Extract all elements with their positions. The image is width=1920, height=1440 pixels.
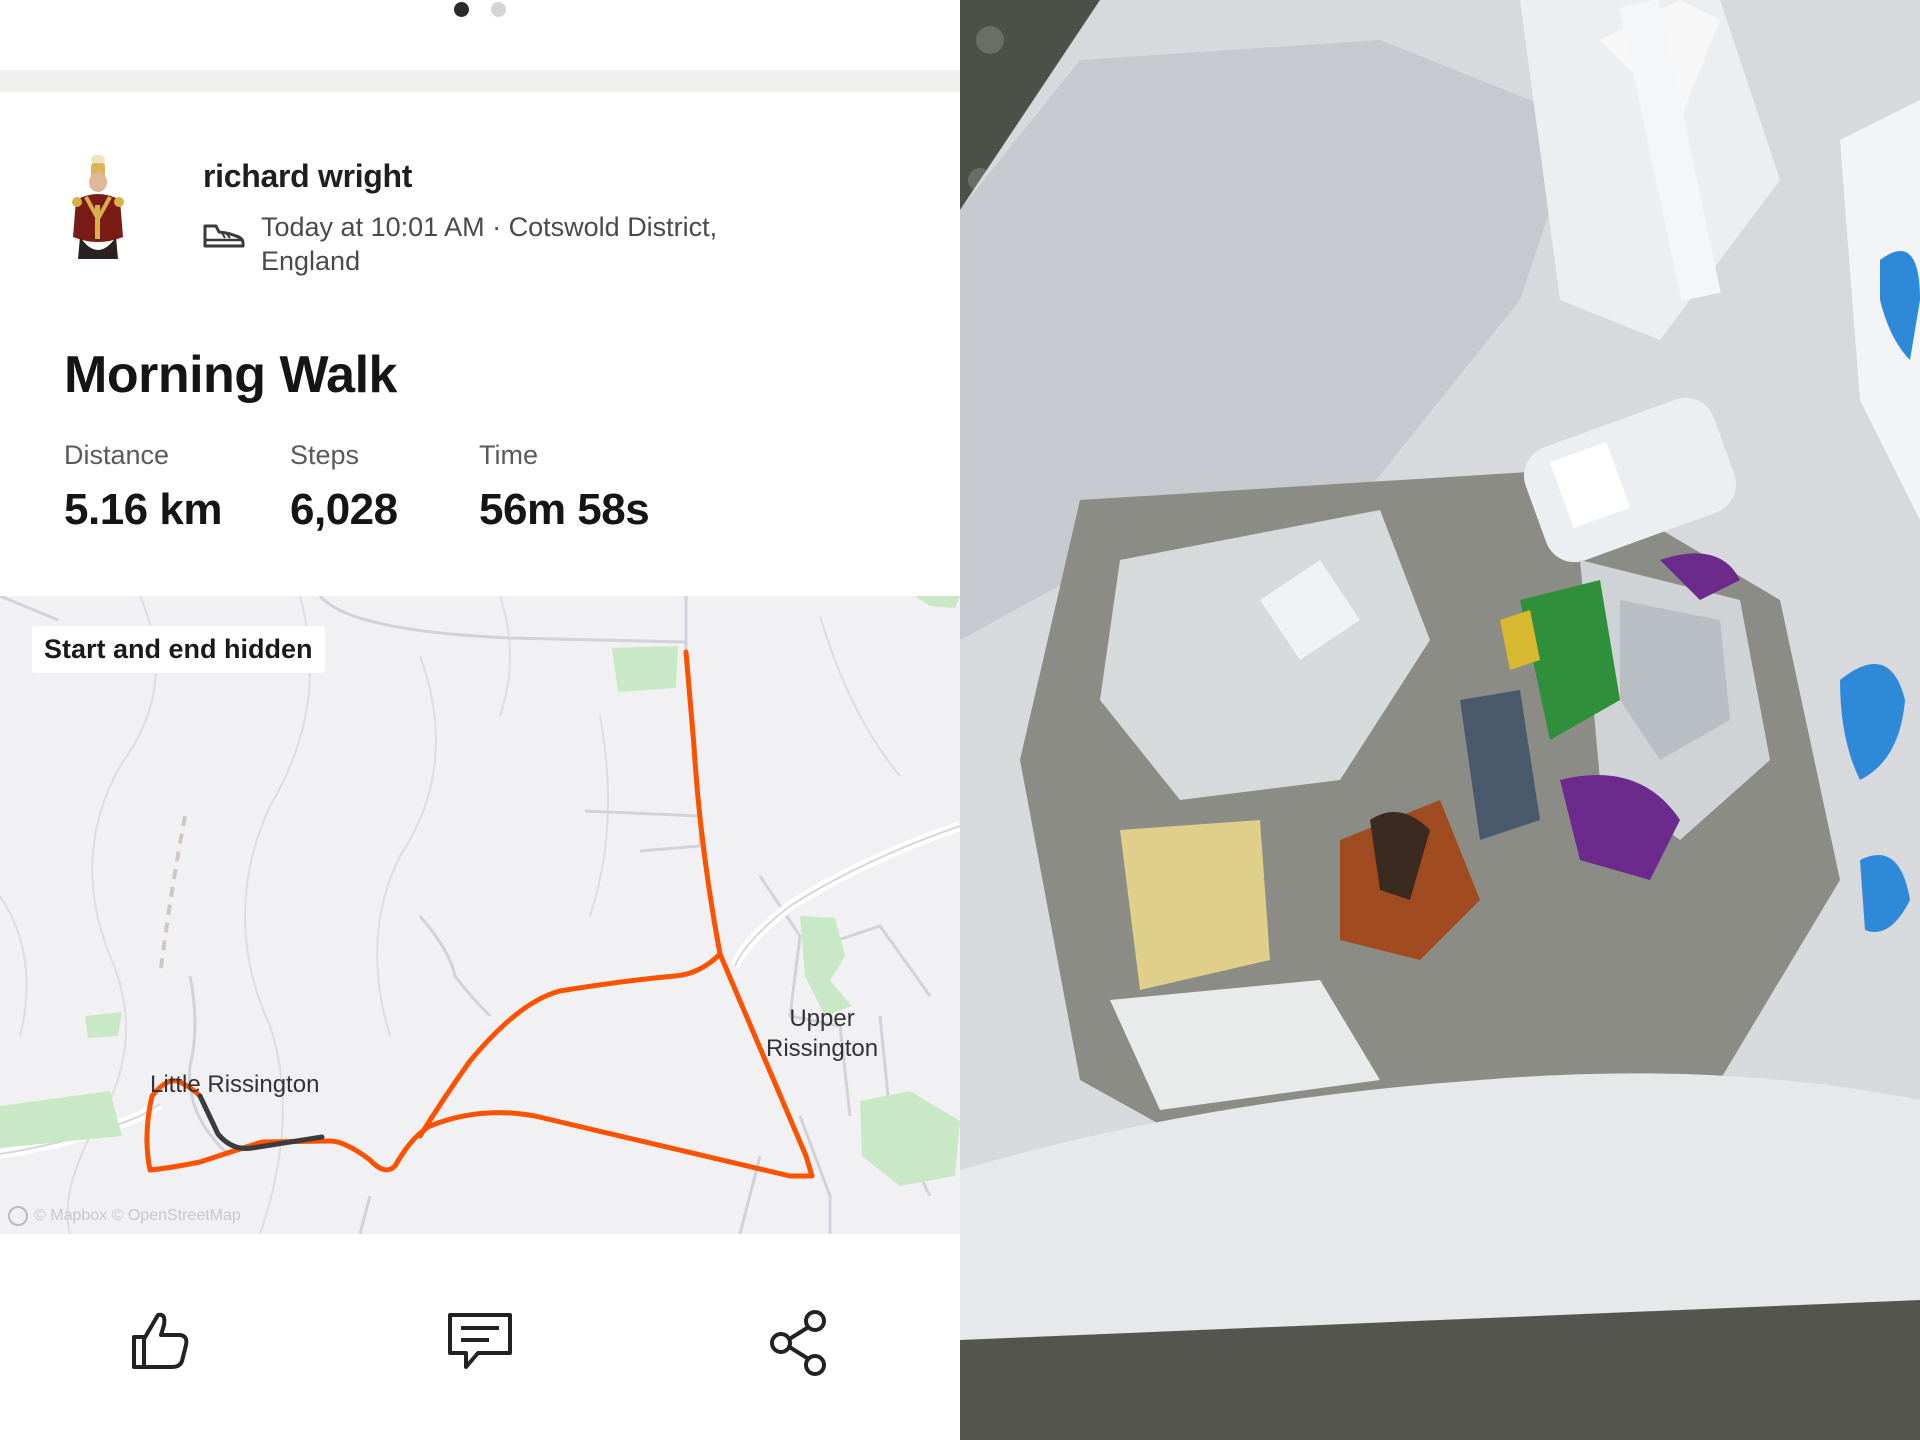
route-line-branch [417, 951, 723, 1139]
comment-icon [448, 1313, 512, 1369]
map-attribution-text: © Mapbox © OpenStreetMap [34, 1207, 241, 1225]
road-east-edge [734, 825, 960, 967]
carousel-indicator [0, 0, 960, 22]
activity-card: richard wright Today at 10:01 AM · Cotsw… [0, 0, 960, 1440]
share-button[interactable] [763, 1305, 835, 1377]
athlete-name[interactable]: richard wright [203, 158, 412, 195]
carousel-dot-active[interactable] [454, 2, 469, 17]
route-line-main [259, 649, 815, 1179]
avatar[interactable] [60, 154, 135, 265]
stat-value-distance: 5.16 km [64, 485, 222, 534]
place-label-little-rissington: Little Rissington [150, 1071, 320, 1098]
stat-label-distance: Distance [64, 440, 170, 470]
route-map[interactable]: Start and end hidden Little Rissington U… [0, 596, 960, 1234]
terrain-contours [0, 596, 901, 1234]
litter-bag-photo[interactable] [960, 0, 1920, 1440]
stat-value-time: 56m 58s [479, 485, 650, 534]
photo-scene [960, 0, 1920, 1440]
activity-title[interactable]: Morning Walk [64, 345, 397, 405]
privacy-badge: Start and end hidden [32, 626, 325, 673]
road-east [730, 821, 960, 969]
stat-label-time: Time [479, 440, 538, 470]
carousel-dot-inactive[interactable] [491, 2, 506, 17]
thumbs-up-icon [132, 1312, 189, 1369]
minor-roads [0, 596, 932, 1234]
stat-distance: Distance 5.16 km [64, 440, 222, 535]
activity-meta: Today at 10:01 AM · Cotswold District, E… [261, 212, 718, 276]
place-label-upper-line2: Rissington [766, 1035, 879, 1062]
stat-label-steps: Steps [290, 440, 360, 470]
map-canvas [0, 596, 960, 1234]
walking-shoe-icon [202, 220, 246, 250]
place-label-upper-rissington: Upper Rissington [766, 1004, 878, 1064]
comment-button[interactable] [444, 1305, 516, 1377]
stat-steps: Steps 6,028 [290, 440, 398, 535]
stat-time: Time 56m 58s [479, 440, 650, 535]
place-label-upper-line1: Upper [789, 1005, 855, 1032]
stat-value-steps: 6,028 [290, 485, 398, 534]
track [158, 815, 187, 977]
share-icon [770, 1310, 826, 1376]
like-button[interactable] [124, 1305, 196, 1377]
divider [0, 70, 960, 92]
map-attribution[interactable]: © Mapbox © OpenStreetMap [8, 1206, 241, 1226]
map-info-icon[interactable] [8, 1206, 28, 1226]
